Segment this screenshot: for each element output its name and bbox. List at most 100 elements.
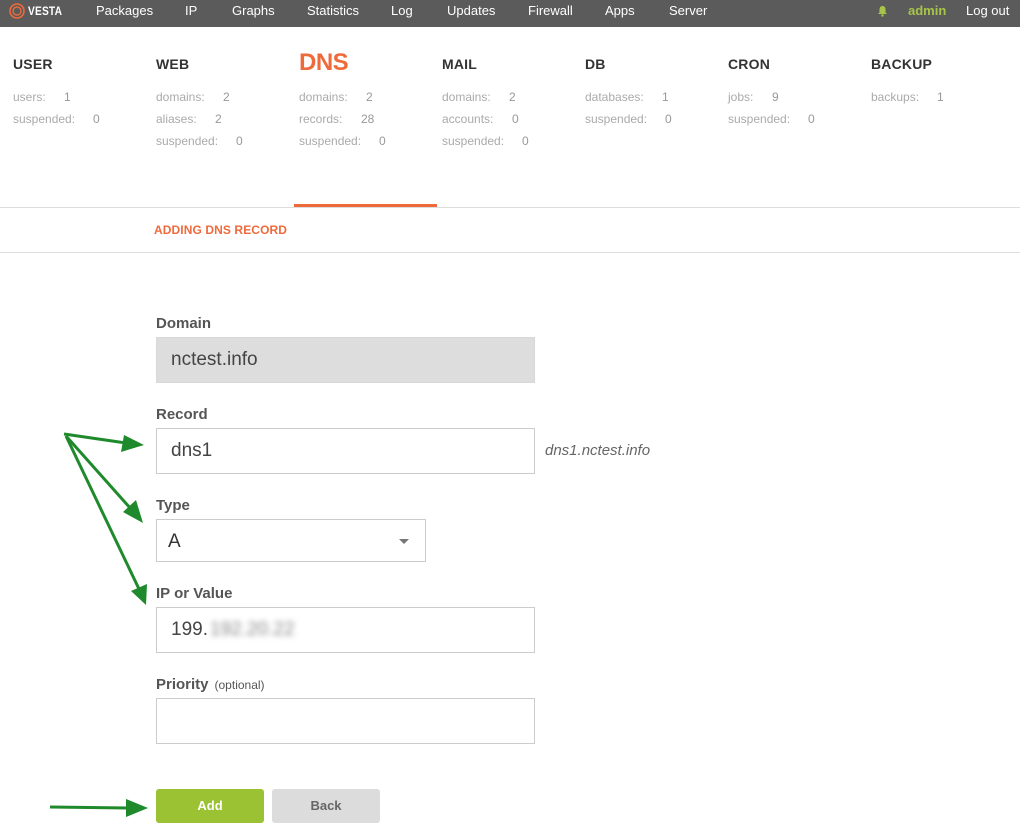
tab-backup[interactable]: BACKUP backups: 1 <box>871 56 1014 104</box>
stat-row: suspended: 0 <box>442 134 585 156</box>
stat-row: backups: 1 <box>871 90 1014 112</box>
add-button[interactable]: Add <box>156 789 264 823</box>
logout-link[interactable]: Log out <box>966 3 1009 18</box>
arrowhead-icon <box>123 500 143 523</box>
tab-web[interactable]: WEB domains: 2 aliases: 2 suspended: 0 <box>156 56 299 148</box>
tab-backup-title: BACKUP <box>871 56 933 72</box>
tab-mail-title: MAIL <box>442 56 478 72</box>
page-title: ADDING DNS RECORD <box>154 223 288 237</box>
stat-label: aliases: <box>156 112 197 126</box>
stat-label: accounts: <box>442 112 494 126</box>
stat-row: databases: 1 <box>585 90 728 112</box>
stat-label: jobs: <box>728 90 754 104</box>
stat-label: domains: <box>299 90 348 104</box>
optional-note: (optional) <box>214 678 265 692</box>
nav-ip[interactable]: IP <box>185 3 197 18</box>
nav-packages[interactable]: Packages <box>96 3 153 18</box>
arrowhead-icon <box>126 799 148 817</box>
stat-label: suspended: <box>13 112 76 126</box>
stat-value: 1 <box>64 90 71 104</box>
stat-label: suspended: <box>442 134 505 148</box>
stat-label: domains: <box>442 90 491 104</box>
stat-value: 2 <box>509 90 516 104</box>
top-nav-bar: VESTA Packages IP Graphs Statistics Log … <box>0 0 1020 27</box>
stat-row: suspended: 0 <box>728 112 871 134</box>
tab-dns[interactable]: DNS domains: 2 records: 28 suspended: 0 <box>299 49 442 148</box>
stat-value: 0 <box>379 134 386 148</box>
tab-user-title: USER <box>13 56 53 72</box>
stat-label: suspended: <box>585 112 648 126</box>
divider <box>0 252 1020 253</box>
stat-value: 0 <box>665 112 672 126</box>
tab-mail[interactable]: MAIL domains: 2 accounts: 0 suspended: 0 <box>442 56 585 148</box>
arrow-to-ip-icon <box>64 435 141 590</box>
nav-log[interactable]: Log <box>391 3 413 18</box>
tab-web-title: WEB <box>156 56 190 72</box>
domain-label: Domain <box>156 315 212 332</box>
notification-bell-icon[interactable] <box>877 4 888 22</box>
type-selected-value: A <box>168 531 181 552</box>
ip-label: IP or Value <box>156 585 233 602</box>
stat-value: 0 <box>236 134 243 148</box>
nav-statistics[interactable]: Statistics <box>307 3 359 18</box>
stat-value: 2 <box>215 112 222 126</box>
type-label: Type <box>156 497 190 514</box>
record-label: Record <box>156 406 208 423</box>
stat-row: users: 1 <box>13 90 156 112</box>
stat-row: suspended: 0 <box>299 134 442 156</box>
chevron-down-icon <box>399 539 409 544</box>
tab-cron-title: CRON <box>728 56 771 72</box>
tab-db[interactable]: DB databases: 1 suspended: 0 <box>585 56 728 126</box>
stat-row: domains: 2 <box>156 90 299 112</box>
ip-value-input[interactable]: 199. 192.20.22 <box>156 607 535 653</box>
stat-value: 28 <box>361 112 375 126</box>
stat-value: 1 <box>937 90 944 104</box>
stat-row: accounts: 0 <box>442 112 585 134</box>
stat-row: domains: 2 <box>299 90 442 112</box>
stat-label: records: <box>299 112 343 126</box>
stat-row: jobs: 9 <box>728 90 871 112</box>
divider <box>0 207 1020 208</box>
record-fqdn-hint: dns1.nctest.info <box>545 442 651 459</box>
tab-dns-title: DNS <box>299 49 349 76</box>
tab-cron[interactable]: CRON jobs: 9 suspended: 0 <box>728 56 871 126</box>
nav-server[interactable]: Server <box>669 3 707 18</box>
arrowhead-icon <box>121 435 144 452</box>
brand-name: VESTA <box>28 4 63 18</box>
stat-value: 9 <box>772 90 779 104</box>
stat-label: domains: <box>156 90 205 104</box>
stat-label: suspended: <box>156 134 219 148</box>
stat-label: suspended: <box>299 134 362 148</box>
stat-row: suspended: 0 <box>585 112 728 134</box>
stat-value: 0 <box>808 112 815 126</box>
stat-label: users: <box>13 90 46 104</box>
vesta-logo-icon <box>9 3 25 19</box>
type-select[interactable]: A <box>156 519 426 562</box>
domain-value: nctest.info <box>171 349 258 370</box>
stat-value: 1 <box>662 90 669 104</box>
admin-user-link[interactable]: admin <box>908 3 946 18</box>
tab-db-title: DB <box>585 56 606 72</box>
ip-value-redacted: 192.20.22 <box>209 619 295 640</box>
arrow-to-type-icon <box>64 435 133 510</box>
nav-firewall[interactable]: Firewall <box>528 3 573 18</box>
stat-row: records: 28 <box>299 112 442 134</box>
back-button[interactable]: Back <box>272 789 380 823</box>
stat-value: 2 <box>223 90 230 104</box>
stat-value: 2 <box>366 90 373 104</box>
priority-label: Priority (optional) <box>156 676 265 693</box>
record-value: dns1 <box>171 440 213 461</box>
stat-value: 0 <box>93 112 100 126</box>
arrowhead-icon <box>131 584 147 605</box>
tab-user[interactable]: USER users: 1 suspended: 0 <box>13 56 156 126</box>
stat-row: suspended: 0 <box>13 112 156 134</box>
nav-apps[interactable]: Apps <box>605 3 635 18</box>
domain-field: nctest.info <box>156 337 535 383</box>
record-input[interactable]: dns1 <box>156 428 535 474</box>
priority-input[interactable] <box>156 698 535 744</box>
arrow-to-add-icon <box>49 805 129 810</box>
nav-updates[interactable]: Updates <box>447 3 495 18</box>
nav-graphs[interactable]: Graphs <box>232 3 275 18</box>
vesta-logo[interactable]: VESTA <box>9 2 68 20</box>
stat-label: suspended: <box>728 112 791 126</box>
